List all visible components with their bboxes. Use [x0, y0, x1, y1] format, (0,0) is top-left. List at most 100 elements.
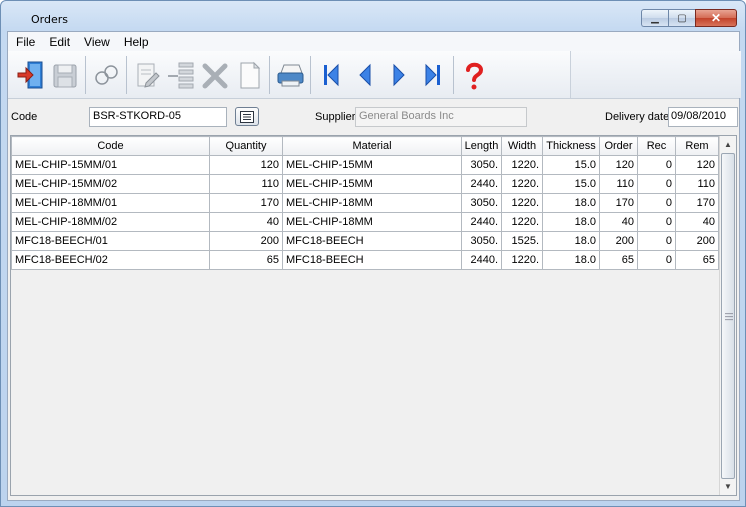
close-button[interactable]: ✕ [695, 9, 737, 27]
col-header-order[interactable]: Order [599, 136, 638, 156]
last-record-button[interactable] [416, 55, 450, 95]
cell-thickness[interactable]: 15.0 [542, 174, 600, 194]
vertical-scrollbar[interactable]: ▲ — — — ▼ [719, 136, 736, 495]
col-header-width[interactable]: Width [501, 136, 543, 156]
cell-width[interactable]: 1220. [501, 250, 543, 270]
cell-thickness[interactable]: 18.0 [542, 231, 600, 251]
cell-quantity[interactable]: 65 [209, 250, 283, 270]
cell-rec[interactable]: 0 [637, 155, 676, 175]
cell-order[interactable]: 120 [599, 155, 638, 175]
menu-file[interactable]: File [8, 35, 41, 49]
cell-rec[interactable]: 0 [637, 193, 676, 213]
cell-thickness[interactable]: 18.0 [542, 250, 600, 270]
print-button[interactable] [273, 55, 307, 95]
table-row[interactable]: MEL-CHIP-15MM/01 120 MEL-CHIP-15MM 3050.… [11, 155, 719, 175]
cell-width[interactable]: 1220. [501, 212, 543, 232]
code-field[interactable]: BSR-STKORD-05 [89, 107, 227, 127]
cell-code[interactable]: MEL-CHIP-18MM/01 [11, 193, 210, 213]
cell-material[interactable]: MEL-CHIP-15MM [282, 155, 462, 175]
table-row[interactable]: MFC18-BEECH/01 200 MFC18-BEECH 3050. 152… [11, 231, 719, 251]
cell-width[interactable]: 1220. [501, 193, 543, 213]
edit-button[interactable] [130, 55, 164, 95]
cell-rem[interactable]: 120 [675, 155, 719, 175]
table-row[interactable]: MEL-CHIP-15MM/02 110 MEL-CHIP-15MM 2440.… [11, 174, 719, 194]
new-document-icon [240, 61, 261, 88]
cell-material[interactable]: MEL-CHIP-15MM [282, 174, 462, 194]
scroll-thumb[interactable]: — — — [721, 153, 735, 479]
col-header-material[interactable]: Material [282, 136, 462, 156]
cell-thickness[interactable]: 18.0 [542, 193, 600, 213]
table-row[interactable]: MEL-CHIP-18MM/01 170 MEL-CHIP-18MM 3050.… [11, 193, 719, 213]
cell-rec[interactable]: 0 [637, 231, 676, 251]
cell-order[interactable]: 170 [599, 193, 638, 213]
menu-view[interactable]: View [76, 35, 116, 49]
cell-code[interactable]: MFC18-BEECH/01 [11, 231, 210, 251]
cell-rem[interactable]: 200 [675, 231, 719, 251]
delivery-date-field[interactable]: 09/08/2010 [668, 107, 738, 127]
cell-material[interactable]: MEL-CHIP-18MM [282, 212, 462, 232]
find-button[interactable] [89, 55, 123, 95]
cell-material[interactable]: MEL-CHIP-18MM [282, 193, 462, 213]
cell-rec[interactable]: 0 [637, 250, 676, 270]
cell-length[interactable]: 2440. [461, 174, 502, 194]
cell-quantity[interactable]: 120 [209, 155, 283, 175]
maximize-button[interactable]: ▢ [668, 9, 695, 27]
cell-rem[interactable]: 170 [675, 193, 719, 213]
cell-code[interactable]: MEL-CHIP-15MM/02 [11, 174, 210, 194]
scroll-up-icon[interactable]: ▲ [720, 136, 736, 153]
menu-edit[interactable]: Edit [41, 35, 76, 49]
cell-order[interactable]: 200 [599, 231, 638, 251]
cell-rec[interactable]: 0 [637, 174, 676, 194]
cell-rec[interactable]: 0 [637, 212, 676, 232]
first-record-button[interactable] [314, 55, 348, 95]
cell-material[interactable]: MFC18-BEECH [282, 231, 462, 251]
help-button[interactable] [457, 55, 491, 95]
previous-record-button[interactable] [348, 55, 382, 95]
exit-button[interactable] [14, 55, 48, 95]
cell-order[interactable]: 110 [599, 174, 638, 194]
new-document-button[interactable] [232, 55, 266, 95]
cell-rem[interactable]: 65 [675, 250, 719, 270]
cell-thickness[interactable]: 15.0 [542, 155, 600, 175]
cell-length[interactable]: 3050. [461, 193, 502, 213]
cell-quantity[interactable]: 170 [209, 193, 283, 213]
delete-button[interactable] [198, 55, 232, 95]
minimize-button[interactable]: ▁ [641, 9, 668, 27]
col-header-code[interactable]: Code [11, 136, 210, 156]
col-header-rem[interactable]: Rem [675, 136, 719, 156]
col-header-thickness[interactable]: Thickness [542, 136, 600, 156]
cell-order[interactable]: 40 [599, 212, 638, 232]
scroll-down-icon[interactable]: ▼ [720, 478, 736, 495]
cell-rem[interactable]: 110 [675, 174, 719, 194]
cell-quantity[interactable]: 200 [209, 231, 283, 251]
col-header-quantity[interactable]: Quantity [209, 136, 283, 156]
cell-width[interactable]: 1220. [501, 155, 543, 175]
insert-row-button[interactable] [164, 55, 198, 95]
cell-material[interactable]: MFC18-BEECH [282, 250, 462, 270]
title-bar[interactable]: Orders ▁ ▢ ✕ [1, 1, 745, 31]
menu-help[interactable]: Help [116, 35, 155, 49]
cell-code[interactable]: MEL-CHIP-15MM/01 [11, 155, 210, 175]
cell-length[interactable]: 2440. [461, 250, 502, 270]
cell-code[interactable]: MEL-CHIP-18MM/02 [11, 212, 210, 232]
cell-order[interactable]: 65 [599, 250, 638, 270]
code-lookup-button[interactable] [235, 107, 259, 126]
col-header-length[interactable]: Length [461, 136, 502, 156]
cell-quantity[interactable]: 40 [209, 212, 283, 232]
table-row[interactable]: MFC18-BEECH/02 65 MFC18-BEECH 2440. 1220… [11, 250, 719, 270]
cell-quantity[interactable]: 110 [209, 174, 283, 194]
order-lines-grid[interactable]: Code Quantity Material Length Width Thic… [10, 135, 737, 496]
cell-length[interactable]: 3050. [461, 231, 502, 251]
cell-width[interactable]: 1220. [501, 174, 543, 194]
next-record-button[interactable] [382, 55, 416, 95]
cell-width[interactable]: 1525. [501, 231, 543, 251]
table-row[interactable]: MEL-CHIP-18MM/02 40 MEL-CHIP-18MM 2440. … [11, 212, 719, 232]
cell-length[interactable]: 2440. [461, 212, 502, 232]
col-header-rec[interactable]: Rec [637, 136, 676, 156]
save-button[interactable] [48, 55, 82, 95]
cell-thickness[interactable]: 18.0 [542, 212, 600, 232]
cell-rem[interactable]: 40 [675, 212, 719, 232]
help-icon [466, 62, 484, 89]
cell-code[interactable]: MFC18-BEECH/02 [11, 250, 210, 270]
cell-length[interactable]: 3050. [461, 155, 502, 175]
